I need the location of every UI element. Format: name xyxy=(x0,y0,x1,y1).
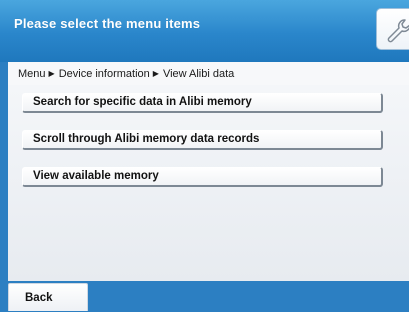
back-button[interactable]: Back xyxy=(8,283,88,311)
search-alibi-data-button[interactable]: Search for specific data in Alibi memory xyxy=(22,93,383,113)
menu-panel: Search for specific data in Alibi memory… xyxy=(8,85,409,281)
scroll-alibi-records-button[interactable]: Scroll through Alibi memory data records xyxy=(22,130,383,150)
breadcrumb-item-device-information: Device information xyxy=(58,68,150,80)
breadcrumb-item-menu: Menu xyxy=(18,68,46,80)
triangle-right-icon: ▶ xyxy=(152,69,159,78)
settings-button[interactable] xyxy=(376,8,409,50)
footer-bar: Back xyxy=(0,281,409,311)
view-available-memory-button[interactable]: View available memory xyxy=(22,167,383,187)
header-bar: Please select the menu items xyxy=(0,0,409,62)
triangle-right-icon: ▶ xyxy=(48,69,55,78)
breadcrumb: Menu ▶ Device information ▶ View Alibi data xyxy=(8,62,409,85)
wrench-icon xyxy=(387,19,409,43)
screen: Please select the menu items Menu ▶ Device… xyxy=(0,0,409,311)
header-title: Please select the menu items xyxy=(14,16,201,31)
breadcrumb-item-view-alibi-data: View Alibi data xyxy=(162,68,235,80)
